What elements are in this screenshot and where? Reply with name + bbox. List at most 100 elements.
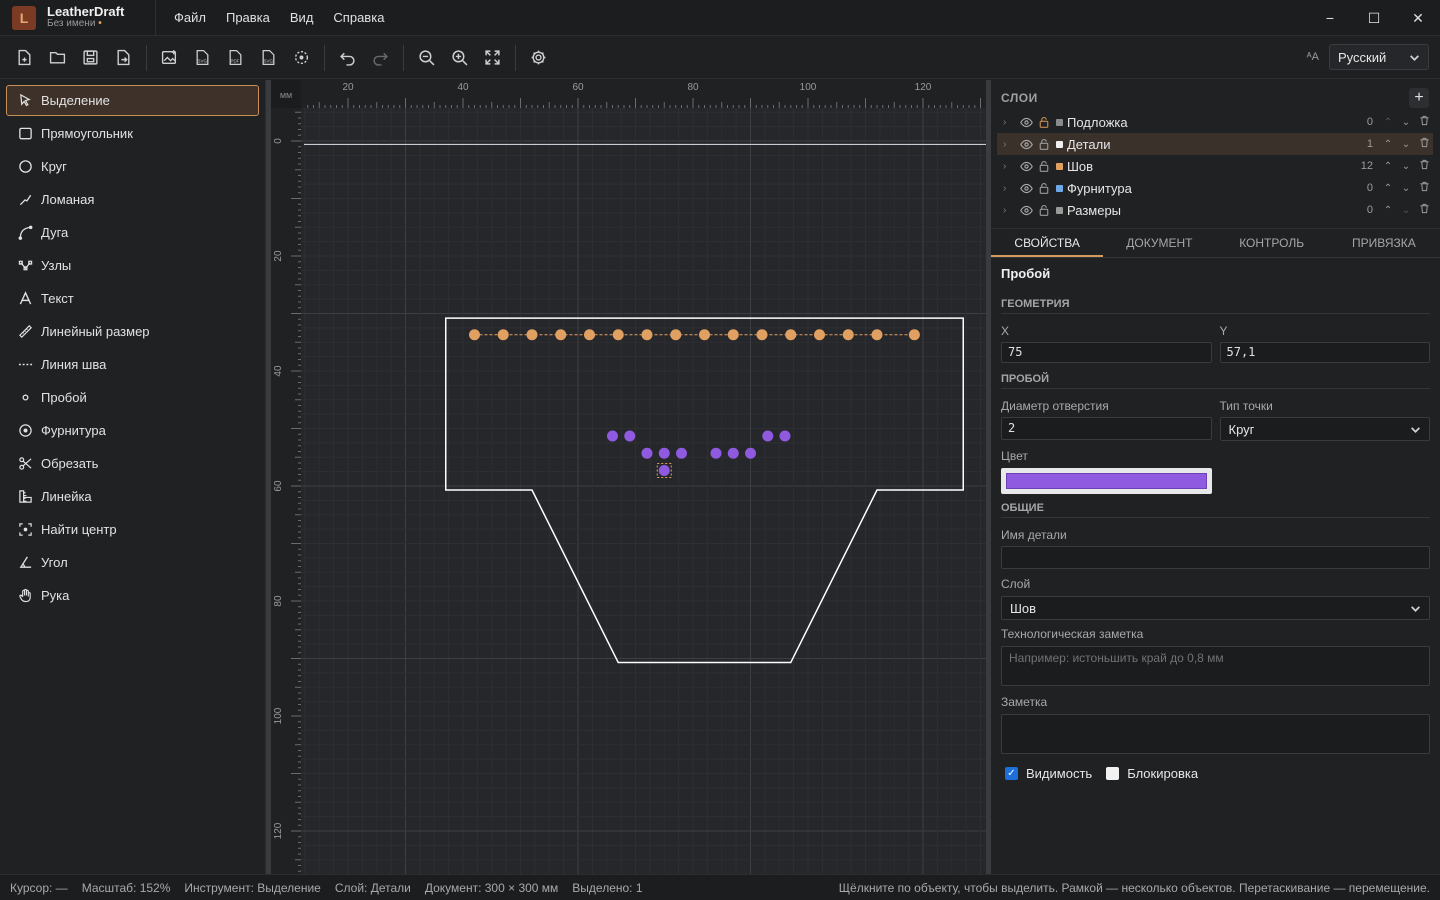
tab-properties[interactable]: СВОЙСТВА: [991, 229, 1104, 257]
open-file-icon: [49, 52, 66, 64]
new-file-button[interactable]: [8, 43, 41, 73]
lock-icon[interactable]: [1035, 160, 1053, 172]
chevron-right-icon[interactable]: ›: [1003, 161, 1017, 172]
part-name-input[interactable]: [1001, 546, 1430, 569]
menu-view[interactable]: Вид: [280, 0, 324, 36]
tool-text[interactable]: Текст: [6, 283, 259, 314]
lock-checkbox[interactable]: [1106, 767, 1120, 780]
maximize-button[interactable]: ☐: [1352, 0, 1396, 36]
menu-edit[interactable]: Правка: [216, 0, 280, 36]
export-image-button[interactable]: [153, 43, 186, 73]
tool-hand[interactable]: Рука: [6, 580, 259, 611]
move-down-icon[interactable]: ⌄: [1397, 139, 1415, 150]
point-type-select[interactable]: Круг: [1219, 417, 1430, 441]
tab-snapping[interactable]: ПРИВЯЗКА: [1328, 229, 1440, 257]
settings-button[interactable]: [522, 43, 555, 73]
menu-file[interactable]: Файл: [164, 0, 216, 36]
tool-hardware[interactable]: Фурнитура: [6, 415, 259, 446]
layer-row[interactable]: › Размеры 0 ⌃ ⌄: [997, 199, 1433, 221]
tool-find-center[interactable]: Найти центр: [6, 514, 259, 545]
chevron-right-icon[interactable]: ›: [1003, 117, 1017, 128]
move-down-icon[interactable]: ⌄: [1397, 161, 1415, 172]
open-file-button[interactable]: [41, 43, 74, 73]
move-up-icon[interactable]: ⌃: [1379, 139, 1397, 150]
lock-icon[interactable]: [1035, 182, 1053, 194]
tool-circle[interactable]: Круг: [6, 151, 259, 182]
eye-icon[interactable]: [1017, 138, 1035, 151]
chevron-right-icon[interactable]: ›: [1003, 183, 1017, 194]
delete-layer-icon[interactable]: [1415, 181, 1433, 195]
tool-arc[interactable]: Дуга: [6, 217, 259, 248]
zoom-in-button[interactable]: [443, 43, 476, 73]
export-svg-button[interactable]: SVG: [186, 43, 219, 73]
lock-icon[interactable]: [1035, 204, 1053, 216]
tool-select[interactable]: Выделение: [6, 85, 259, 116]
save-as-button[interactable]: [107, 43, 140, 73]
eye-icon[interactable]: [1017, 160, 1035, 173]
eye-icon[interactable]: [1017, 116, 1035, 129]
move-up-icon[interactable]: ⌃: [1379, 117, 1397, 128]
move-down-icon[interactable]: ⌄: [1397, 183, 1415, 194]
save-button[interactable]: [74, 43, 107, 73]
layer-select[interactable]: Шов: [1001, 596, 1430, 620]
tool-label: Пробой: [41, 390, 87, 405]
move-down-icon[interactable]: ⌄: [1397, 117, 1415, 128]
tool-rectangle[interactable]: Прямоугольник: [6, 118, 259, 149]
layer-row[interactable]: › Фурнитура 0 ⌃ ⌄: [997, 177, 1433, 199]
tech-note-textarea[interactable]: Например: истоньшить край до 0,8 мм: [1001, 646, 1430, 686]
eye-icon[interactable]: [1017, 182, 1035, 195]
toolbar: SVG PDF SVG ᴬA Русский: [0, 37, 1440, 79]
export-svg-alt-button[interactable]: SVG: [252, 43, 285, 73]
center-view-button[interactable]: [285, 43, 318, 73]
undo-button[interactable]: [331, 43, 364, 73]
minimize-button[interactable]: −: [1308, 0, 1352, 36]
tool-punch[interactable]: Пробой: [6, 382, 259, 413]
tool-ruler[interactable]: Линейка: [6, 481, 259, 512]
layer-color-swatch: [1056, 162, 1063, 170]
y-input[interactable]: 57,1: [1219, 342, 1430, 363]
layer-row[interactable]: › Детали 1 ⌃ ⌄: [997, 133, 1433, 155]
move-up-icon[interactable]: ⌃: [1379, 205, 1397, 216]
tool-trim[interactable]: Обрезать: [6, 448, 259, 479]
add-layer-button[interactable]: +: [1409, 88, 1429, 108]
layer-row[interactable]: › Шов 12 ⌃ ⌄: [997, 155, 1433, 177]
menu-help[interactable]: Справка: [323, 0, 394, 36]
delete-layer-icon[interactable]: [1415, 115, 1433, 129]
fit-view-button[interactable]: [476, 43, 509, 73]
redo-button[interactable]: [364, 43, 397, 73]
visibility-checkbox[interactable]: ✓: [1005, 767, 1018, 780]
tool-stitch-line[interactable]: Линия шва: [6, 349, 259, 380]
canvas-svg[interactable]: мм 20 40 60 80 100 120 0 20 40 60 80 100 120: [271, 80, 986, 874]
chevron-right-icon[interactable]: ›: [1003, 139, 1017, 150]
delete-layer-icon[interactable]: [1415, 159, 1433, 173]
language-select[interactable]: Русский: [1329, 44, 1429, 70]
x-input[interactable]: 75: [1001, 342, 1212, 363]
tool-polyline[interactable]: Ломаная: [6, 184, 259, 215]
eye-icon[interactable]: [1017, 204, 1035, 217]
diameter-label: Диаметр отверстия: [1001, 399, 1109, 413]
lock-label: Блокировка: [1127, 766, 1199, 781]
lock-icon[interactable]: [1035, 116, 1053, 128]
export-pdf-button[interactable]: PDF: [219, 43, 252, 73]
diameter-input[interactable]: 2: [1001, 417, 1212, 440]
move-down-icon[interactable]: ⌄: [1397, 205, 1415, 216]
color-picker-button[interactable]: [1001, 468, 1212, 494]
drawing-canvas[interactable]: мм 20 40 60 80 100 120 0 20 40 60 80 100 120: [271, 80, 986, 874]
chevron-right-icon[interactable]: ›: [1003, 205, 1017, 216]
note-textarea[interactable]: [1001, 714, 1430, 754]
tool-angle[interactable]: Угол: [6, 547, 259, 578]
tab-document[interactable]: ДОКУМЕНТ: [1103, 229, 1215, 257]
tool-linear-dimension[interactable]: Линейный размер: [6, 316, 259, 347]
tab-control[interactable]: КОНТРОЛЬ: [1216, 229, 1328, 257]
tool-nodes[interactable]: Узлы: [6, 250, 259, 281]
layer-color-swatch: [1056, 206, 1063, 214]
delete-layer-icon[interactable]: [1415, 137, 1433, 151]
flags-row: ✓ Видимость Блокировка: [1001, 766, 1430, 781]
close-button[interactable]: ✕: [1396, 0, 1440, 36]
layer-row[interactable]: › Подложка 0 ⌃ ⌄: [997, 111, 1433, 133]
move-up-icon[interactable]: ⌃: [1379, 183, 1397, 194]
zoom-out-button[interactable]: [410, 43, 443, 73]
move-up-icon[interactable]: ⌃: [1379, 161, 1397, 172]
delete-layer-icon[interactable]: [1415, 203, 1433, 217]
lock-icon[interactable]: [1035, 138, 1053, 150]
